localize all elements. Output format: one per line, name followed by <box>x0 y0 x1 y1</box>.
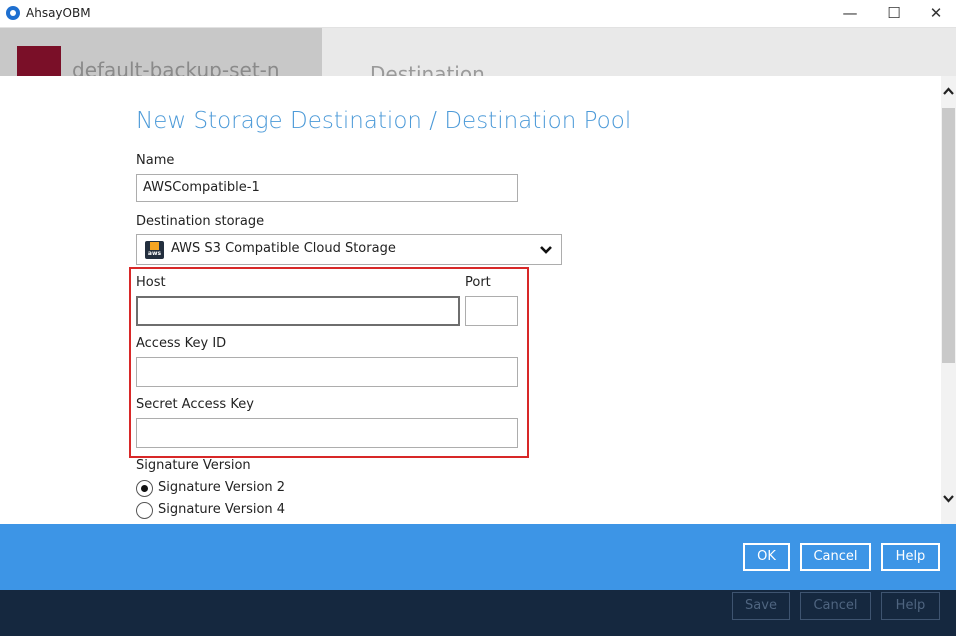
destination-storage-label: Destination storage <box>136 214 265 229</box>
signature-version-label: Signature Version <box>136 458 251 473</box>
signature-version-4-label[interactable]: Signature Version 4 <box>158 502 285 517</box>
scroll-down-icon[interactable] <box>941 494 956 504</box>
background-header: default-backup-set-n Destination <box>0 28 956 76</box>
background-backup-set-panel: default-backup-set-n <box>0 28 322 76</box>
port-label: Port <box>465 275 491 290</box>
aws-icon-text: aws <box>147 250 162 257</box>
dialog-action-bar: OK Cancel Help <box>0 524 956 590</box>
secret-access-key-input[interactable] <box>136 418 518 448</box>
destination-storage-select[interactable]: aws AWS S3 Compatible Cloud Storage <box>136 234 562 265</box>
port-input[interactable] <box>465 296 518 326</box>
cancel-button[interactable]: Cancel <box>800 543 871 571</box>
help-button[interactable]: Help <box>881 543 940 571</box>
signature-version-2-radio[interactable] <box>136 480 153 497</box>
signature-version-4-radio[interactable] <box>136 502 153 519</box>
vertical-scrollbar[interactable] <box>941 76 956 524</box>
background-help-button: Help <box>881 592 940 620</box>
aws-cube-shape <box>150 242 159 250</box>
background-footer: Save Cancel Help <box>0 590 956 636</box>
background-cancel-button: Cancel <box>800 592 871 620</box>
close-button[interactable]: ✕ <box>914 0 956 27</box>
access-key-id-label: Access Key ID <box>136 336 227 351</box>
aws-icon: aws <box>145 241 164 259</box>
name-label: Name <box>136 153 175 168</box>
name-input[interactable]: AWSCompatible-1 <box>136 174 518 202</box>
scroll-up-icon[interactable] <box>941 86 956 96</box>
ok-button[interactable]: OK <box>743 543 790 571</box>
minimize-button[interactable]: — <box>828 0 872 27</box>
host-input[interactable] <box>136 296 460 326</box>
background-section-title: Destination <box>370 62 485 76</box>
maximize-button[interactable]: ☐ <box>872 0 916 27</box>
destination-storage-value: AWS S3 Compatible Cloud Storage <box>171 241 396 256</box>
host-label: Host <box>136 275 166 290</box>
scrollbar-thumb[interactable] <box>942 108 955 363</box>
chevron-down-icon[interactable] <box>539 243 553 257</box>
background-save-button: Save <box>732 592 790 620</box>
background-backup-set-name: default-backup-set-n <box>72 58 280 76</box>
title-bar: AhsayOBM — ☐ ✕ <box>0 0 956 28</box>
secret-access-key-label: Secret Access Key <box>136 397 254 412</box>
dialog-heading: New Storage Destination / Destination Po… <box>136 108 632 134</box>
dialog-content: New Storage Destination / Destination Po… <box>0 76 956 524</box>
app-logo-icon <box>6 6 20 20</box>
signature-version-2-label[interactable]: Signature Version 2 <box>158 480 285 495</box>
backup-set-file-icon <box>17 46 61 76</box>
access-key-id-input[interactable] <box>136 357 518 387</box>
window-title: AhsayOBM <box>26 6 91 20</box>
